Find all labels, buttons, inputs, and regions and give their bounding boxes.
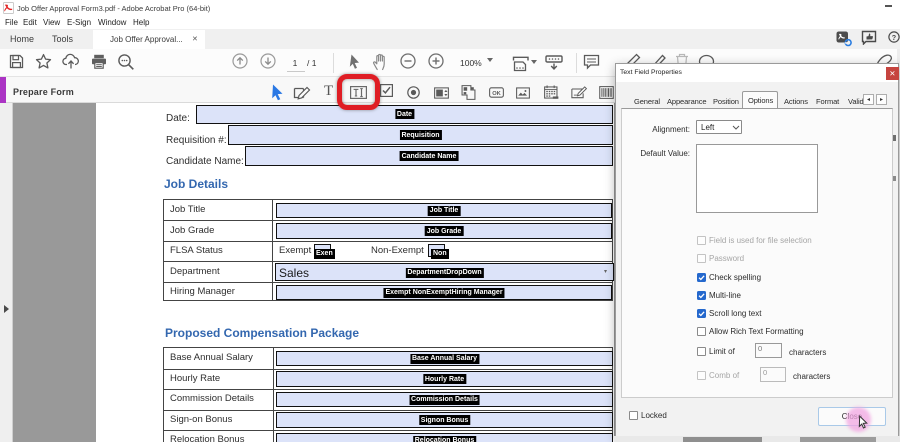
svg-text:OK: OK <box>492 91 501 97</box>
svg-text:?: ? <box>892 33 896 42</box>
